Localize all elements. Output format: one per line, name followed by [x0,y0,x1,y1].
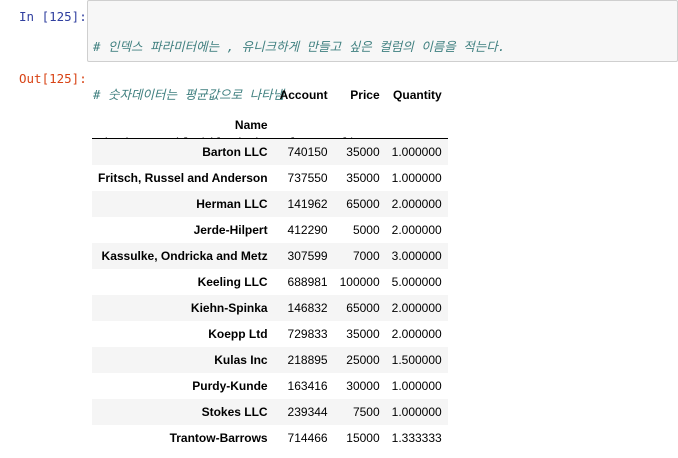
cell-account: 688981 [287,275,328,289]
input-prompt: In [125]: [19,9,87,24]
cell-account: 218895 [287,353,328,367]
cell-quantity: 2.000000 [391,197,442,211]
cell-account: 737550 [287,171,328,185]
header-empty-1 [274,112,334,139]
cell-price: 7500 [352,405,380,419]
table-row: Purdy-Kunde 163416 30000 1.000000 [92,373,448,399]
cell-price: 65000 [346,301,380,315]
cell-account: 729833 [287,327,328,341]
row-index-name: Purdy-Kunde [192,379,268,393]
cell-price: 100000 [339,275,380,289]
row-index-name: Barton LLC [202,145,268,159]
table-row: Kulas Inc 218895 25000 1.500000 [92,347,448,373]
cell-price: 35000 [346,171,380,185]
cell-quantity: 3.000000 [391,249,442,263]
table-row: Herman LLC 141962 65000 2.000000 [92,191,448,217]
cell-account: 740150 [287,145,328,159]
cell-price: 5000 [352,223,380,237]
cell-account: 307599 [287,249,328,263]
cell-quantity: 2.000000 [391,301,442,315]
header-empty-3 [386,112,448,139]
cell-quantity: 1.500000 [391,353,442,367]
table-body: Barton LLC 740150 35000 1.000000 Fritsch, Ru… [92,138,448,452]
header-blank [92,78,274,112]
table-row: Kiehn-Spinka 146832 65000 2.000000 [92,295,448,321]
cell-account: 714466 [287,431,328,445]
cell-output: Account Price Quantity Name Barton LLC 74… [92,78,448,451]
code-cell-input[interactable]: # 인덱스 파라미터에는 , 유니크하게 만들고 싶은 컬럼의 이름을 적는다.… [87,0,678,150]
row-index-name: Kulas Inc [214,353,268,367]
cell-account: 163416 [287,379,328,393]
row-index-name: Stokes LLC [201,405,268,419]
cell-price: 7000 [352,249,380,263]
row-index-name: Jerde-Hilpert [193,223,268,237]
cell-quantity: 1.000000 [391,145,442,159]
table-row: Stokes LLC 239344 7500 1.000000 [92,399,448,425]
cell-account: 412290 [287,223,328,237]
row-index-name: Trantow-Barrows [169,431,268,445]
output-prompt: Out[125]: [19,71,87,86]
table-row: Koepp Ltd 729833 35000 2.000000 [92,321,448,347]
column-header-account: Account [279,88,328,102]
table-row: Keeling LLC 688981 100000 5.000000 [92,269,448,295]
cell-price: 25000 [346,353,380,367]
dataframe-table: Account Price Quantity Name Barton LLC 74… [92,78,448,451]
cell-price: 30000 [346,379,380,393]
cell-quantity: 1.000000 [391,405,442,419]
cell-price: 15000 [346,431,380,445]
cell-account: 141962 [287,197,328,211]
index-name-row: Name [92,112,448,139]
notebook-page: In [125]: # 인덱스 파라미터에는 , 유니크하게 만들고 싶은 컬럼… [0,0,678,458]
cell-quantity: 2.000000 [391,327,442,341]
cell-quantity: 1.333333 [391,431,442,445]
table-row: Kassulke, Ondricka and Metz 307599 7000 3.0… [92,243,448,269]
table-row: Trantow-Barrows 714466 15000 1.333333 [92,425,448,451]
cell-quantity: 1.000000 [391,379,442,393]
row-index-name: Fritsch, Russel and Anderson [98,171,268,185]
cell-price: 65000 [346,197,380,211]
index-name-header: Name [234,118,268,132]
column-header-price: Price [350,88,380,102]
cell-price: 35000 [346,327,380,341]
row-index-name: Keeling LLC [197,275,268,289]
row-index-name: Herman LLC [196,197,268,211]
table-row: Barton LLC 740150 35000 1.000000 [92,138,448,165]
row-index-name: Kiehn-Spinka [190,301,268,315]
row-index-name: Kassulke, Ondricka and Metz [101,249,268,263]
cell-price: 35000 [346,145,380,159]
column-header-quantity: Quantity [393,88,442,102]
code-comment-line-1: # 인덱스 파라미터에는 , 유니크하게 만들고 싶은 컬럼의 이름을 적는다. [93,39,506,54]
cell-quantity: 1.000000 [391,171,442,185]
header-empty-2 [334,112,386,139]
table-row: Fritsch, Russel and Anderson 737550 35000 1… [92,165,448,191]
table-row: Jerde-Hilpert 412290 5000 2.000000 [92,217,448,243]
cell-account: 239344 [287,405,328,419]
column-header-row: Account Price Quantity [92,78,448,112]
cell-account: 146832 [287,301,328,315]
cell-quantity: 2.000000 [391,223,442,237]
cell-quantity: 5.000000 [391,275,442,289]
row-index-name: Koepp Ltd [208,327,268,341]
